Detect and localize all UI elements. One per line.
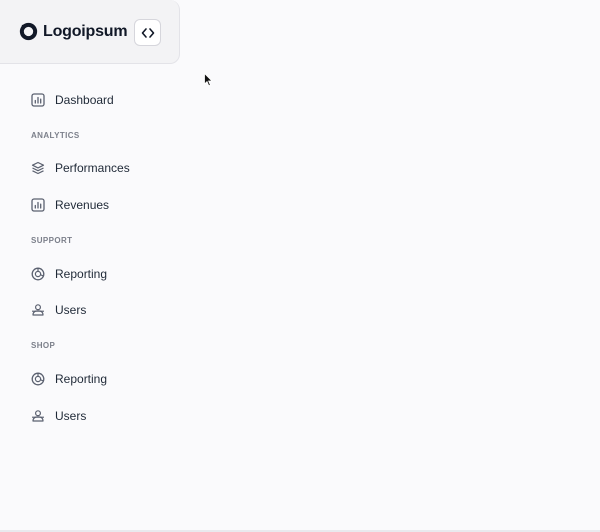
sidebar-item-label: Revenues — [55, 198, 110, 212]
bar-chart-icon — [31, 93, 45, 107]
section-label-analytics: ANALYTICS — [31, 131, 80, 140]
sidebar-item-label: Users — [55, 303, 87, 317]
sidebar-item-support-users[interactable]: Users — [31, 299, 86, 321]
chart-pie-icon — [31, 267, 45, 281]
code-brackets-icon — [141, 27, 154, 38]
sidebar-item-label: Reporting — [55, 267, 108, 281]
sidebar-header: Logoipsum — [0, 0, 180, 64]
logo-ring-icon — [19, 22, 38, 41]
layers-icon — [31, 161, 45, 175]
logo[interactable]: Logoipsum — [19, 22, 128, 41]
section-label-shop: SHOP — [31, 341, 56, 350]
sidebar-item-revenues[interactable]: Revenues — [31, 194, 109, 216]
users-icon — [31, 409, 45, 423]
logo-text: Logoipsum — [43, 22, 128, 40]
sidebar-item-label: Users — [55, 409, 87, 423]
sidebar-item-dashboard[interactable]: Dashboard — [31, 89, 114, 111]
sidebar-item-support-reporting[interactable]: Reporting — [31, 263, 107, 285]
sidebar-item-label: Reporting — [55, 372, 108, 386]
sidebar-item-label: Performances — [55, 161, 130, 175]
bar-chart-icon — [31, 198, 45, 212]
users-icon — [31, 303, 45, 317]
sidebar-item-shop-users[interactable]: Users — [31, 405, 86, 427]
mouse-cursor-icon — [204, 73, 213, 87]
sidebar-item-shop-reporting[interactable]: Reporting — [31, 368, 107, 390]
chart-pie-icon — [31, 372, 45, 386]
page: Logoipsum Dashboard ANALYTICS Performanc… — [0, 0, 600, 532]
sidebar-item-performances[interactable]: Performances — [31, 157, 130, 179]
section-label-support: SUPPORT — [31, 236, 73, 245]
sidebar-toggle-button[interactable] — [134, 19, 161, 46]
sidebar-item-label: Dashboard — [55, 93, 114, 107]
